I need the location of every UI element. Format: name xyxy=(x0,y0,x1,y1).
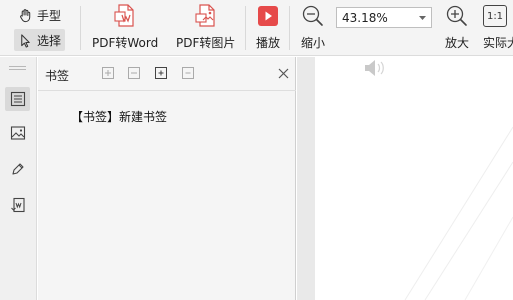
actual-size-icon-text: 1:1 xyxy=(483,5,507,27)
play-icon xyxy=(254,2,282,30)
toolbar-divider xyxy=(289,6,290,50)
bookmark-list-icon xyxy=(10,91,25,107)
cursor-arrow-icon xyxy=(21,33,30,48)
expand-all-icon[interactable] xyxy=(101,66,115,80)
add-bookmark-icon[interactable] xyxy=(154,66,168,80)
document-page[interactable] xyxy=(315,57,513,300)
toolbar-ribbon: 手型 选择 PDF转Word PDF转图片 播放 缩小 43.18% 放大 1:… xyxy=(0,0,513,56)
chevron-down-icon[interactable] xyxy=(415,15,429,20)
zoom-in-label: 放大 xyxy=(444,36,469,50)
bookmark-panel: 书签 【书签】新建书签 xyxy=(38,57,296,300)
pen-icon xyxy=(11,163,24,175)
actual-size-label: 实际大 xyxy=(483,36,513,50)
convert-word-icon xyxy=(10,197,25,213)
hand-tool-button[interactable]: 手型 xyxy=(14,4,65,26)
actual-size-button[interactable]: 1:1 实际大 xyxy=(483,2,513,51)
speaker-icon xyxy=(365,60,384,76)
pdf-to-word-label: PDF转Word xyxy=(92,36,159,50)
close-icon[interactable] xyxy=(276,66,290,80)
toolbar-divider xyxy=(245,6,246,50)
play-button[interactable]: 播放 xyxy=(254,2,282,51)
pdf-to-image-button[interactable]: PDF转图片 xyxy=(176,2,235,51)
select-tool-label: 选择 xyxy=(37,33,62,48)
zoom-out-button[interactable]: 缩小 xyxy=(299,2,327,51)
zoom-out-label: 缩小 xyxy=(300,36,325,50)
zoom-level-input[interactable] xyxy=(337,8,415,27)
side-rail xyxy=(0,57,37,300)
bookmark-item[interactable]: 【书签】新建书签 xyxy=(71,108,167,125)
image-icon xyxy=(10,126,25,140)
pdf-to-image-label: PDF转图片 xyxy=(176,36,236,50)
toolbar-divider xyxy=(80,6,81,50)
zoom-in-button[interactable]: 放大 xyxy=(443,2,471,51)
collapse-all-icon[interactable] xyxy=(127,66,141,80)
page-content xyxy=(365,60,513,300)
play-label: 播放 xyxy=(255,36,280,50)
zoom-out-icon xyxy=(299,2,327,30)
signature-panel-button[interactable] xyxy=(5,157,30,181)
thumbnail-panel-button[interactable] xyxy=(5,121,30,145)
panel-header: 书签 xyxy=(38,57,296,91)
delete-bookmark-icon[interactable] xyxy=(181,66,195,80)
bookmark-panel-button[interactable] xyxy=(5,87,30,111)
document-view[interactable] xyxy=(297,57,513,300)
zoom-select[interactable] xyxy=(336,7,432,28)
select-tool-button[interactable]: 选择 xyxy=(14,29,66,51)
pdf-to-image-icon xyxy=(192,2,220,30)
actual-size-icon: 1:1 xyxy=(483,2,511,30)
hand-icon xyxy=(20,8,31,22)
zoom-in-icon xyxy=(443,2,471,30)
panel-title: 书签 xyxy=(45,69,70,83)
pdf-to-word-button[interactable]: PDF转Word xyxy=(92,2,158,51)
convert-panel-button[interactable] xyxy=(5,193,30,217)
hand-tool-label: 手型 xyxy=(37,8,62,23)
drag-handle[interactable] xyxy=(9,66,26,70)
pdf-to-word-icon xyxy=(111,2,139,30)
